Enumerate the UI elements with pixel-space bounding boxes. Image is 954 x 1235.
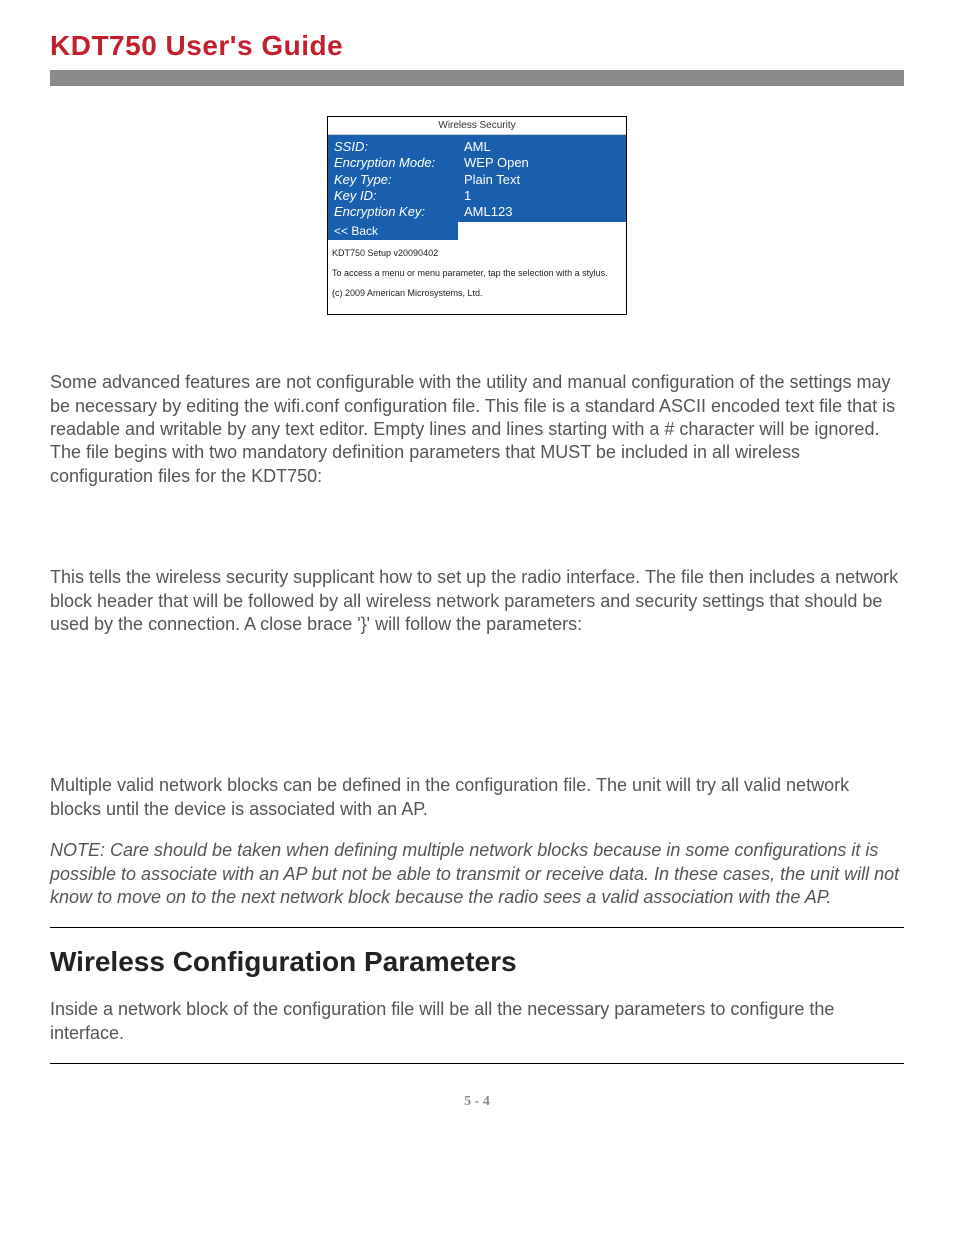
footer-divider	[50, 1063, 904, 1064]
screenshot-wrapper: Wireless Security SSID: AML Encryption M…	[50, 116, 904, 315]
blank-space	[50, 654, 904, 774]
field-row: SSID: AML	[334, 139, 620, 155]
screenshot-footer: KDT750 Setup v20090402 To access a menu …	[328, 240, 626, 314]
blank-space	[50, 506, 904, 566]
back-row: << Back	[328, 222, 626, 240]
field-label-key-id: Key ID:	[334, 188, 464, 204]
field-row: Encryption Mode: WEP Open	[334, 155, 620, 171]
field-row: Key Type: Plain Text	[334, 172, 620, 188]
footer-version: KDT750 Setup v20090402	[332, 248, 622, 258]
paragraph-multiple-blocks: Multiple valid network blocks can be def…	[50, 774, 904, 821]
field-label-encryption-mode: Encryption Mode:	[334, 155, 464, 171]
title-divider-bar	[50, 70, 904, 86]
section-heading-wireless-config: Wireless Configuration Parameters	[50, 946, 904, 978]
note-paragraph: NOTE: Care should be taken when defining…	[50, 839, 904, 909]
section-divider	[50, 927, 904, 928]
field-row: Encryption Key: AML123	[334, 204, 620, 220]
field-label-key-type: Key Type:	[334, 172, 464, 188]
document-title: KDT750 User's Guide	[50, 30, 904, 62]
screenshot-fields-panel: SSID: AML Encryption Mode: WEP Open Key …	[328, 135, 626, 222]
footer-copyright: (c) 2009 American Microsystems, Ltd.	[332, 288, 622, 298]
page-container: KDT750 User's Guide Wireless Security SS…	[0, 0, 954, 1130]
field-value-ssid: AML	[464, 139, 620, 155]
field-label-ssid: SSID:	[334, 139, 464, 155]
paragraph-intro: Some advanced features are not configura…	[50, 371, 904, 488]
back-button[interactable]: << Back	[328, 222, 458, 240]
page-number: 5 - 4	[50, 1094, 904, 1110]
field-value-encryption-mode: WEP Open	[464, 155, 620, 171]
field-value-encryption-key: AML123	[464, 204, 620, 220]
wireless-security-screenshot: Wireless Security SSID: AML Encryption M…	[327, 116, 627, 315]
field-value-key-id: 1	[464, 188, 620, 204]
paragraph-inside-block: Inside a network block of the configurat…	[50, 998, 904, 1045]
screenshot-title: Wireless Security	[328, 117, 626, 135]
footer-instruction: To access a menu or menu parameter, tap …	[332, 268, 622, 278]
paragraph-supplicant: This tells the wireless security supplic…	[50, 566, 904, 636]
field-label-encryption-key: Encryption Key:	[334, 204, 464, 220]
field-row: Key ID: 1	[334, 188, 620, 204]
field-value-key-type: Plain Text	[464, 172, 620, 188]
